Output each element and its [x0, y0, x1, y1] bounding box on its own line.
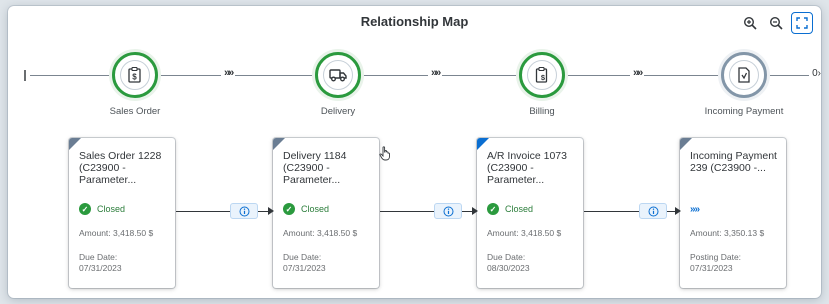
document-card[interactable]: Delivery 1184 (C23900 - Parameter... ✓ C… [273, 138, 379, 288]
svg-text:$: $ [132, 73, 137, 82]
clipboard-currency-icon: $ [128, 67, 141, 83]
document-card[interactable]: A/R Invoice 1073 (C23900 - Parameter... … [477, 138, 583, 288]
step-billing[interactable]: $ Billing [482, 52, 602, 117]
card-date-label: Posting Date: [690, 252, 742, 262]
zoom-in-button[interactable] [739, 12, 761, 34]
info-icon [648, 206, 658, 216]
card-title[interactable]: A/R Invoice 1073 (C23900 - Parameter... [487, 150, 574, 188]
payment-document-icon [738, 67, 750, 83]
flow-next-indicator: 0› [809, 68, 821, 79]
flow-chevron: »» [428, 67, 443, 79]
card-corner-marker [69, 138, 81, 150]
zoom-out-icon [769, 16, 783, 30]
card-amount: Amount: 3,418.50 $ [283, 228, 358, 238]
fit-screen-button[interactable] [791, 12, 813, 34]
step-sales-order[interactable]: $ Sales Order [75, 52, 195, 117]
step-label: Incoming Payment [704, 106, 784, 117]
svg-text:$: $ [541, 73, 546, 82]
arrow-right-icon [268, 207, 274, 215]
invoice-icon: $ [535, 67, 548, 83]
card-amount: Amount: 3,418.50 $ [79, 228, 154, 238]
status-label: »» [690, 203, 700, 215]
arrow-right-icon [472, 207, 478, 215]
step-label: Billing [529, 106, 555, 117]
info-icon [443, 206, 453, 216]
step-node[interactable]: $ [112, 52, 158, 98]
map-toolbar [739, 12, 813, 34]
status-label: Closed [505, 204, 534, 214]
document-card[interactable]: Incoming Payment 239 (C23900 -... »» Amo… [680, 138, 786, 288]
card-date-value: 07/31/2023 [690, 263, 733, 273]
page-title: Relationship Map [360, 14, 469, 29]
check-icon: ✓ [487, 203, 499, 215]
card-title[interactable]: Sales Order 1228 (C23900 - Parameter... [79, 150, 166, 188]
zoom-out-button[interactable] [765, 12, 787, 34]
card-corner-marker [273, 138, 285, 150]
card-amount: Amount: 3,350.13 $ [690, 228, 765, 238]
flow-chevron: »» [630, 67, 645, 79]
relationship-info-button[interactable] [434, 203, 462, 219]
check-icon: ✓ [79, 203, 91, 215]
status-closed: ✓ Closed [487, 202, 574, 216]
status-label: Closed [301, 204, 330, 214]
flow-start-marker [24, 70, 26, 81]
flow-chevron: »» [221, 67, 236, 79]
step-label: Sales Order [109, 106, 161, 117]
status-label: Closed [97, 204, 126, 214]
status-closed: ✓ Closed [283, 202, 370, 216]
card-date-label: Due Date: [79, 252, 118, 262]
step-node[interactable] [315, 52, 361, 98]
card-date-value: 07/31/2023 [283, 263, 326, 273]
step-delivery[interactable]: Delivery [278, 52, 398, 117]
card-corner-marker [477, 138, 489, 150]
check-icon: ✓ [283, 203, 295, 215]
card-corner-marker [680, 138, 692, 150]
relationship-info-button[interactable] [639, 203, 667, 219]
step-label: Delivery [320, 106, 356, 117]
relationship-info-button[interactable] [230, 203, 258, 219]
relationship-map-window: Relationship Map »» »» »» 0› $ Sales Ord… [8, 6, 821, 298]
fit-screen-icon [796, 17, 808, 29]
step-node[interactable] [721, 52, 767, 98]
card-title[interactable]: Delivery 1184 (C23900 - Parameter... [283, 150, 370, 188]
document-card[interactable]: Sales Order 1228 (C23900 - Parameter... … [69, 138, 175, 288]
hand-cursor-icon [379, 146, 390, 161]
step-node[interactable]: $ [519, 52, 565, 98]
step-incoming-payment[interactable]: Incoming Payment [684, 52, 804, 117]
card-amount: Amount: 3,418.50 $ [487, 228, 562, 238]
card-date-label: Due Date: [487, 252, 526, 262]
info-icon [239, 206, 249, 216]
flow-next-label: 0 [812, 68, 818, 79]
card-date-value: 07/31/2023 [79, 263, 122, 273]
truck-icon [329, 69, 347, 82]
card-date-value: 08/30/2023 [487, 263, 530, 273]
card-date-label: Due Date: [283, 252, 322, 262]
status-pending: »» [690, 202, 777, 216]
zoom-in-icon [743, 16, 757, 30]
arrow-right-icon [675, 207, 681, 215]
card-title[interactable]: Incoming Payment 239 (C23900 -... [690, 150, 777, 188]
status-closed: ✓ Closed [79, 202, 166, 216]
